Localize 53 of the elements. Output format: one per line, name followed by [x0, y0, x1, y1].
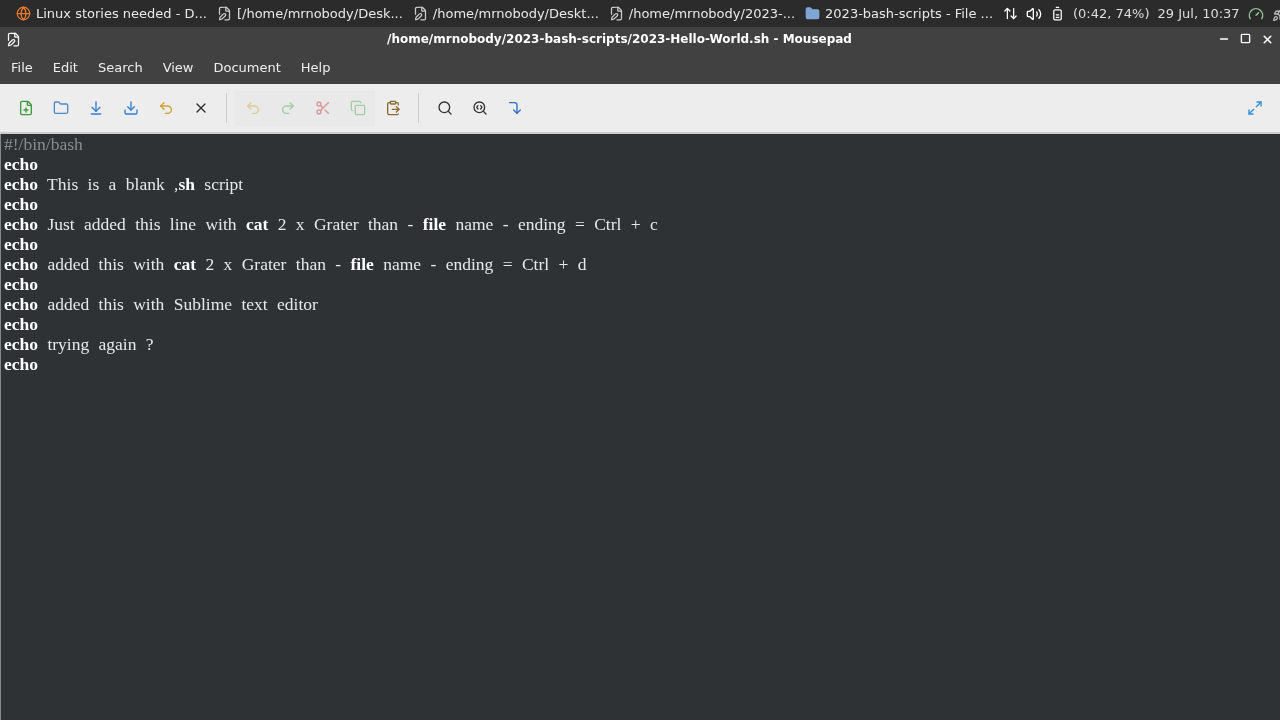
- menu-item[interactable]: Help: [292, 56, 339, 79]
- code-line: echo Just added this line with cat 2 x Grater than - file name - ending = Ctrl + c: [4, 214, 659, 234]
- save-as-icon: [122, 100, 139, 116]
- taskbar-item[interactable]: /home/mrnobody/Deskt...: [432, 6, 599, 21]
- text-editor-icon: [608, 6, 624, 21]
- revert-icon: [157, 100, 174, 116]
- code-line: echo added this with cat 2 x Grater than - file name - ending = Ctrl + d: [4, 254, 588, 274]
- menu-item[interactable]: Edit: [44, 56, 86, 79]
- folder-icon: [805, 6, 821, 21]
- maximize-button[interactable]: [1240, 32, 1251, 46]
- menu-item[interactable]: Document: [205, 56, 289, 79]
- volume-icon[interactable]: [1026, 5, 1042, 22]
- taskbar-item[interactable]: /home/mrnobody/2023-...: [628, 6, 796, 21]
- menu-item[interactable]: Search: [89, 56, 151, 79]
- maximize-icon: [1240, 32, 1251, 44]
- curved-arrow-icon: [506, 100, 523, 116]
- taskbar-item[interactable]: 2023-bash-scripts - File ...: [825, 6, 993, 21]
- browser-icon: [16, 6, 31, 21]
- comment-line: #!/bin/bash: [4, 134, 84, 154]
- new-document-icon: [17, 100, 34, 116]
- close-button[interactable]: [1261, 32, 1274, 46]
- window-title: /home/mrnobody/2023-bash-scripts/2023-Hello-World.sh - Mousepad: [386, 32, 853, 46]
- code-line: echo: [4, 274, 40, 294]
- copy-icon: [349, 100, 366, 116]
- battery-icon[interactable]: [1050, 6, 1065, 21]
- clock[interactable]: 29 Jul, 10:37: [1157, 6, 1240, 21]
- code-line: echo: [4, 234, 40, 254]
- gauge-icon[interactable]: [1247, 5, 1264, 22]
- code-line: echo: [4, 154, 40, 174]
- code-line: echo: [4, 314, 40, 334]
- code-line: echo trying again ?: [4, 334, 155, 354]
- find-next-icon: [471, 100, 488, 116]
- scissors-icon: [314, 100, 331, 116]
- menu-item[interactable]: File: [3, 56, 41, 79]
- taskbar-item[interactable]: [/home/mrnobody/Desk...: [236, 6, 403, 21]
- undo-icon: [244, 100, 261, 116]
- code-line: echo This is a blank ,sh script: [4, 174, 245, 194]
- redo-icon: [279, 100, 296, 116]
- code-line: echo added this with Sublime text editor: [4, 294, 319, 314]
- app-icon: [6, 31, 21, 47]
- code-line: echo: [4, 354, 40, 374]
- battery-status: (0:42, 74%): [1073, 6, 1150, 21]
- code-line: echo: [4, 194, 40, 214]
- expand-icon: [1246, 100, 1263, 116]
- text-editor-icon: [412, 6, 428, 21]
- close-icon: [1261, 32, 1274, 46]
- text-editor-icon: [216, 6, 232, 21]
- folder-icon: [52, 100, 69, 116]
- network-icon[interactable]: [1003, 6, 1018, 21]
- menu-item[interactable]: View: [154, 56, 202, 79]
- search-icon: [436, 100, 453, 116]
- paste-icon: [384, 100, 401, 116]
- taskbar-item[interactable]: Linux stories needed - D...: [36, 6, 207, 21]
